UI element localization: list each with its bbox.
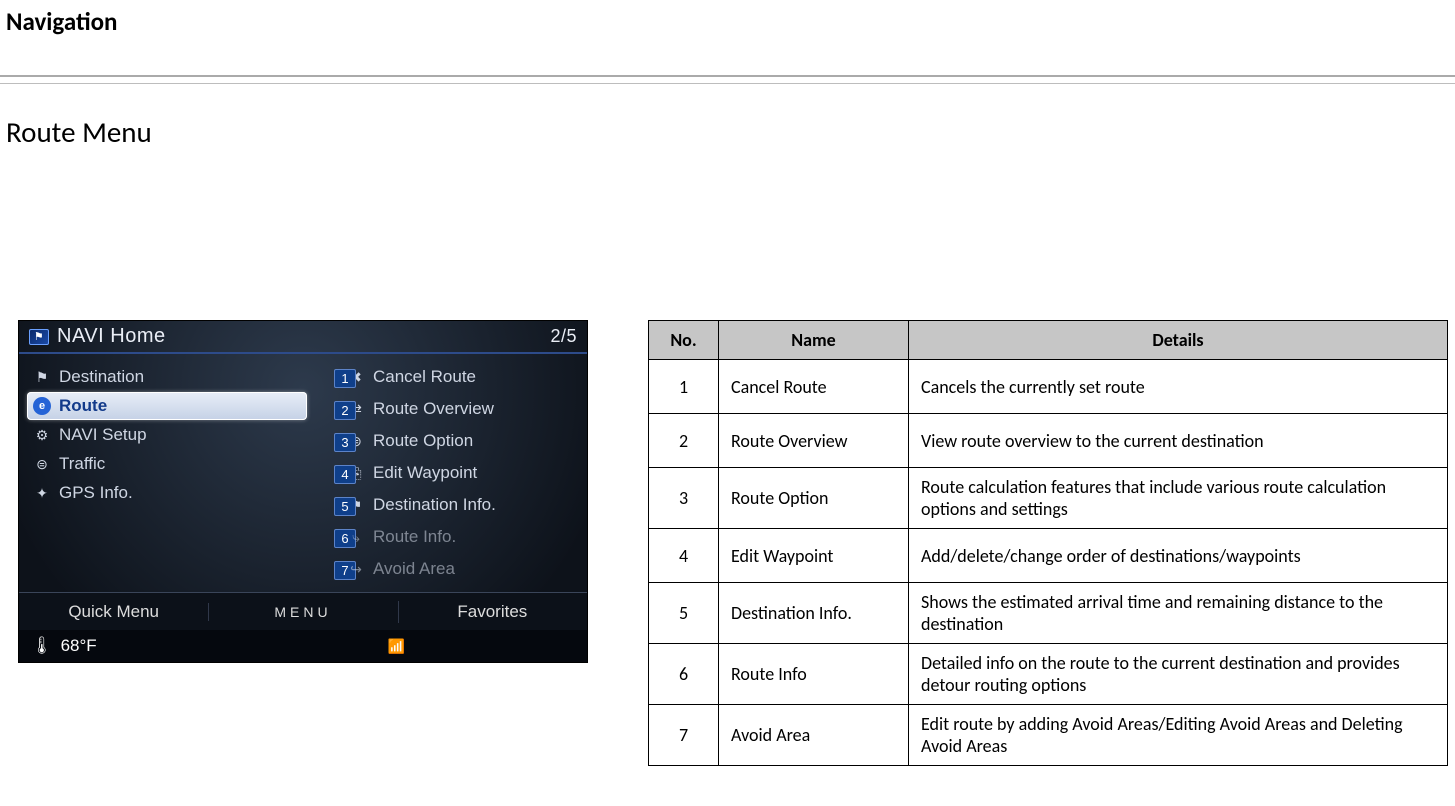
left-menu-item[interactable]: ⚙ NAVI Setup: [27, 421, 307, 449]
left-menu-item[interactable]: e Route: [27, 392, 307, 420]
cell-no: 6: [649, 644, 719, 705]
table-row: 6Route InfoDetailed info on the route to…: [649, 644, 1448, 705]
cell-details: Edit route by adding Avoid Areas/Editing…: [909, 705, 1448, 766]
cell-name: Route Info: [719, 644, 909, 705]
left-menu-item[interactable]: ⊜ Traffic: [27, 450, 307, 478]
device-header: ⚑ NAVI Home 2/5: [19, 321, 587, 350]
left-menu-item[interactable]: ✦ GPS Info.: [27, 479, 307, 507]
cell-name: Destination Info.: [719, 583, 909, 644]
cell-name: Avoid Area: [719, 705, 909, 766]
table-row: 4Edit WaypointAdd/delete/change order of…: [649, 529, 1448, 583]
right-menu-row: 1✖Cancel Route: [337, 363, 571, 394]
menu-label: Edit Waypoint: [373, 463, 477, 483]
cell-no: 3: [649, 468, 719, 529]
right-menu-row: 6⤷Route Info.: [337, 523, 571, 554]
left-menu-item[interactable]: ⚑ Destination: [27, 363, 307, 391]
cell-details: Detailed info on the route to the curren…: [909, 644, 1448, 705]
device-body: ⚑ Destination e Route ⚙ NAVI Setup ⊜ Traffic ✦ GP…: [19, 358, 587, 592]
col-details: Details: [909, 321, 1448, 360]
page-indicator: 2/5: [550, 326, 577, 347]
device-footer: Quick Menu MENU Favorites: [19, 592, 587, 630]
page-heading: Navigation: [0, 6, 1455, 47]
cell-no: 7: [649, 705, 719, 766]
menu-label: Destination Info.: [373, 495, 496, 515]
footer-menu[interactable]: MENU: [208, 597, 397, 627]
menu-label: GPS Info.: [59, 483, 133, 503]
divider: [0, 75, 1455, 77]
menu-icon: e: [33, 397, 51, 415]
section-title: Route Menu: [0, 114, 1455, 150]
menu-icon: ⚑: [33, 368, 51, 386]
col-no: No.: [649, 321, 719, 360]
col-name: Name: [719, 321, 909, 360]
right-menu-item[interactable]: ⚑Destination Info.: [341, 491, 567, 519]
menu-label: Route Overview: [373, 399, 494, 419]
right-menu-row: 4⎘Edit Waypoint: [337, 459, 571, 490]
right-menu-item[interactable]: ⤷ Route Info.: [341, 523, 567, 551]
content-row: ⚑ NAVI Home 2/5 ⚑ Destination e Route ⚙ NAVI …: [0, 320, 1455, 766]
table-row: 3Route OptionRoute calculation features …: [649, 468, 1448, 529]
right-menu-item[interactable]: ↪ Avoid Area: [341, 555, 567, 583]
right-menu-row: 3⊜Route Option: [337, 427, 571, 458]
right-menu-item[interactable]: ✖Cancel Route: [341, 363, 567, 391]
cell-no: 1: [649, 360, 719, 414]
menu-icon: ⤷: [347, 528, 365, 546]
callout-badge: 4: [334, 465, 356, 484]
device-figure: ⚑ NAVI Home 2/5 ⚑ Destination e Route ⚙ NAVI …: [18, 320, 588, 663]
right-menu: 1✖Cancel Route2⇄Route Overview3⊜Route Op…: [311, 362, 571, 586]
menu-label: Destination: [59, 367, 144, 387]
table-header-row: No. Name Details: [649, 321, 1448, 360]
callout-badge: 2: [334, 401, 356, 420]
cell-no: 2: [649, 414, 719, 468]
right-menu-row: 2⇄Route Overview: [337, 395, 571, 426]
table-row: 7Avoid AreaEdit route by adding Avoid Ar…: [649, 705, 1448, 766]
cell-details: Add/delete/change order of destinations/…: [909, 529, 1448, 583]
menu-label: Route: [59, 396, 107, 416]
right-menu-row: 5⚑Destination Info.: [337, 491, 571, 522]
menu-icon: ↪: [347, 560, 365, 578]
thermometer-icon: 🌡: [31, 636, 53, 656]
right-menu-row: 7↪Avoid Area: [337, 555, 571, 586]
right-menu-item[interactable]: ⎘Edit Waypoint: [341, 459, 567, 487]
right-menu-item[interactable]: ⇄Route Overview: [341, 395, 567, 423]
menu-label: Traffic: [59, 454, 105, 474]
cell-name: Route Option: [719, 468, 909, 529]
device-status-bar: 🌡 68°F 📶: [19, 630, 587, 662]
callout-badge: 3: [334, 433, 356, 452]
cell-details: Cancels the currently set route: [909, 360, 1448, 414]
cell-no: 5: [649, 583, 719, 644]
callout-badge: 1: [334, 369, 356, 388]
menu-label: Avoid Area: [373, 559, 455, 579]
right-menu-item[interactable]: ⊜Route Option: [341, 427, 567, 455]
menu-label: Route Option: [373, 431, 473, 451]
temperature: 68°F: [61, 636, 97, 656]
cell-name: Route Overview: [719, 414, 909, 468]
menu-label: Route Info.: [373, 527, 456, 547]
footer-quick-menu[interactable]: Quick Menu: [19, 595, 208, 629]
cell-details: View route overview to the current desti…: [909, 414, 1448, 468]
menu-icon: ⚙: [33, 426, 51, 444]
menu-icon: ✦: [33, 484, 51, 502]
left-menu: ⚑ Destination e Route ⚙ NAVI Setup ⊜ Traffic ✦ GP…: [21, 362, 311, 586]
cell-no: 4: [649, 529, 719, 583]
flag-icon: ⚑: [29, 329, 49, 345]
cell-details: Route calculation features that include …: [909, 468, 1448, 529]
cell-name: Cancel Route: [719, 360, 909, 414]
menu-label: NAVI Setup: [59, 425, 147, 445]
signal-icon: 📶: [388, 638, 405, 655]
device-title: NAVI Home: [57, 325, 166, 348]
header-underline: [19, 352, 587, 354]
menu-label: Cancel Route: [373, 367, 476, 387]
callout-badge: 5: [334, 497, 356, 516]
footer-favorites[interactable]: Favorites: [398, 595, 587, 629]
reference-table: No. Name Details 1Cancel RouteCancels th…: [648, 320, 1448, 766]
cell-details: Shows the estimated arrival time and rem…: [909, 583, 1448, 644]
sub-divider: [0, 83, 1455, 84]
table-row: 2Route OverviewView route overview to th…: [649, 414, 1448, 468]
cell-name: Edit Waypoint: [719, 529, 909, 583]
table-row: 1Cancel RouteCancels the currently set r…: [649, 360, 1448, 414]
menu-icon: ⊜: [33, 455, 51, 473]
table-row: 5Destination Info.Shows the estimated ar…: [649, 583, 1448, 644]
